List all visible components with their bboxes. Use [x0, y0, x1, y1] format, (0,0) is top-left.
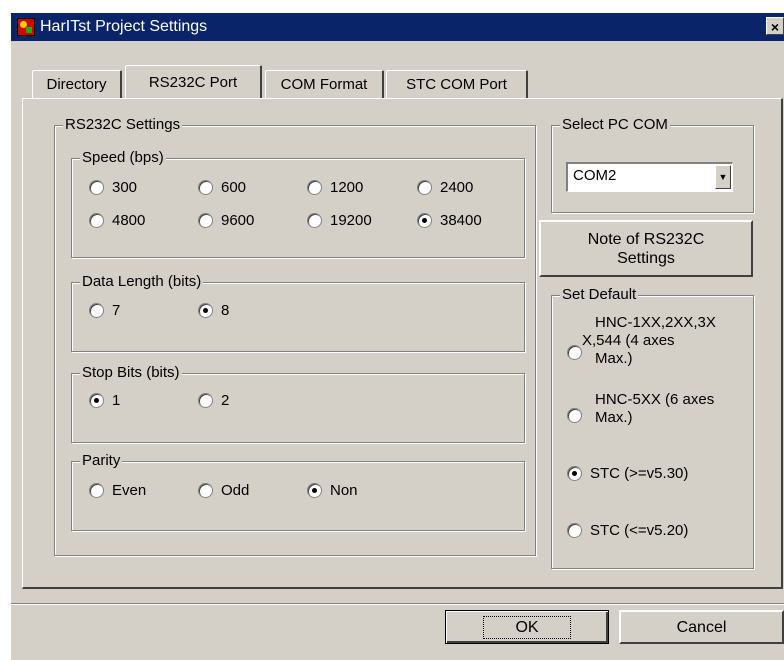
radio-icon: [89, 213, 104, 228]
default-option-hnc-1xx-label: HNC-1XX,2XX,3X X,544 (4 axes Max.): [582, 314, 716, 367]
pc-com-select[interactable]: COM2 ▼: [566, 162, 733, 192]
data-length-label: Data Length (bits): [80, 273, 204, 291]
pc-com-value: COM2: [573, 167, 617, 184]
tab-rs232c-port[interactable]: RS232C Port: [125, 65, 262, 98]
stop-bits-option-2[interactable]: 2: [198, 392, 229, 409]
speed-group: Speed (bps): [71, 149, 525, 258]
speed-option-19200[interactable]: 19200: [307, 212, 372, 229]
radio-icon: [89, 180, 104, 195]
radio-icon: [198, 180, 213, 195]
title-bar: HarITst Project Settings ×: [11, 13, 784, 41]
tab-directory[interactable]: Directory: [32, 70, 122, 98]
bottom-separator: [11, 603, 784, 605]
ok-button-label: OK: [483, 615, 571, 639]
stop-bits-option-1[interactable]: 1: [89, 392, 120, 409]
radio-icon: [307, 483, 322, 498]
radio-icon: [567, 408, 582, 423]
tab-stc-com-port[interactable]: STC COM Port: [386, 70, 528, 98]
parity-option-non[interactable]: Non: [307, 482, 358, 499]
speed-option-2400[interactable]: 2400: [417, 179, 473, 196]
note-rs232c-settings-button[interactable]: Note of RS232C Settings: [539, 220, 753, 277]
radio-icon: [89, 303, 104, 318]
stop-bits-group: Stop Bits (bits): [71, 364, 525, 443]
radio-icon: [198, 213, 213, 228]
speed-option-600[interactable]: 600: [198, 179, 246, 196]
set-default-label: Set Default: [560, 286, 639, 304]
window-title: HarITst Project Settings: [40, 18, 208, 35]
data-length-option-8[interactable]: 8: [198, 302, 229, 319]
speed-option-38400[interactable]: 38400: [417, 212, 482, 229]
radio-icon: [307, 180, 322, 195]
close-button[interactable]: ×: [766, 17, 784, 35]
radio-icon: [198, 483, 213, 498]
speed-option-1200[interactable]: 1200: [307, 179, 363, 196]
radio-icon: [89, 483, 104, 498]
note-button-line1: Note of RS232C: [587, 230, 705, 248]
settings-dialog: HarITst Project Settings × Directory RS2…: [11, 13, 784, 660]
radio-icon: [198, 393, 213, 408]
rs232c-settings-label: RS232C Settings: [63, 116, 183, 134]
tab-com-format[interactable]: COM Format: [265, 70, 384, 98]
stop-bits-label: Stop Bits (bits): [80, 364, 182, 382]
speed-option-4800[interactable]: 4800: [89, 212, 145, 229]
default-option-stc-new[interactable]: STC (>=v5.30): [567, 465, 688, 482]
parity-label: Parity: [80, 452, 123, 470]
speed-option-300[interactable]: 300: [89, 179, 137, 196]
data-length-option-7[interactable]: 7: [89, 302, 120, 319]
radio-icon: [417, 180, 432, 195]
parity-option-even[interactable]: Even: [89, 482, 146, 499]
select-pc-com-label: Select PC COM: [560, 116, 670, 134]
app-icon: [17, 18, 35, 36]
ok-button[interactable]: OK: [445, 610, 609, 644]
radio-icon: [89, 393, 104, 408]
data-length-group: Data Length (bits): [71, 273, 525, 352]
radio-icon: [567, 345, 582, 360]
chevron-down-icon[interactable]: ▼: [715, 165, 731, 189]
note-button-line2: Settings: [617, 249, 675, 267]
cancel-button[interactable]: Cancel: [619, 610, 784, 644]
radio-icon: [307, 213, 322, 228]
radio-icon: [567, 523, 582, 538]
radio-icon: [567, 466, 582, 481]
default-option-hnc-5xx[interactable]: [567, 408, 590, 423]
radio-icon: [417, 213, 432, 228]
parity-option-odd[interactable]: Odd: [198, 482, 249, 499]
default-option-stc-old[interactable]: STC (<=v5.20): [567, 522, 688, 539]
radio-icon: [198, 303, 213, 318]
speed-option-9600[interactable]: 9600: [198, 212, 254, 229]
default-option-hnc-5xx-label: HNC-5XX (6 axes Max.): [595, 391, 715, 426]
speed-label: Speed (bps): [80, 149, 166, 167]
